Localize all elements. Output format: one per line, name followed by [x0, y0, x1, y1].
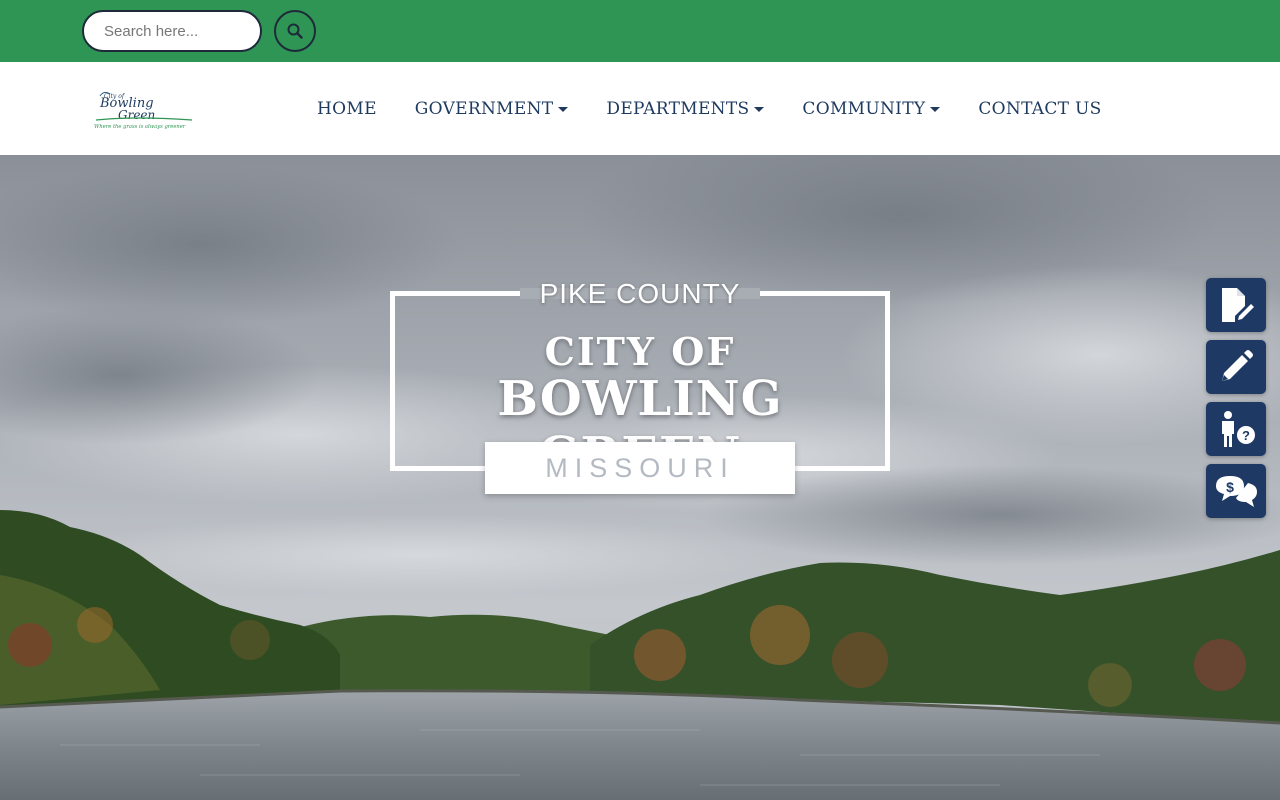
top-bar [0, 0, 1280, 62]
search-button[interactable] [274, 10, 316, 52]
main-nav: HOME GOVERNMENT DEPARTMENTS COMMUNITY CO… [317, 62, 1102, 155]
main-navbar: City of Bowling Green Where the grass is… [0, 62, 1280, 155]
search-input[interactable] [82, 10, 262, 52]
caret-down-icon [558, 107, 569, 112]
person-question-icon: ? [1222, 411, 1255, 447]
emblem-city-prefix: CITY OF [544, 329, 736, 374]
nav-government-label: GOVERNMENT [414, 98, 554, 119]
search-icon [287, 23, 303, 39]
emblem-county-text: PIKE COUNTY [520, 275, 760, 313]
document-edit-icon [1222, 288, 1254, 322]
city-emblem: PIKE COUNTY CITY OF BOWLING GREEN MISSOU… [390, 275, 890, 495]
svg-text:Green: Green [118, 108, 155, 122]
nav-community-label: COMMUNITY [802, 98, 926, 119]
svg-text:?: ? [1242, 428, 1250, 443]
caret-down-icon [930, 107, 941, 112]
nav-government[interactable]: GOVERNMENT [415, 99, 569, 119]
quick-link-pen-button[interactable] [1206, 340, 1266, 394]
hero-banner: PIKE COUNTY CITY OF BOWLING GREEN MISSOU… [0, 155, 1280, 800]
emblem-state-badge: MISSOURI [485, 442, 795, 494]
city-logo[interactable]: City of Bowling Green Where the grass is… [92, 88, 196, 132]
nav-community[interactable]: COMMUNITY [802, 98, 941, 119]
svg-text:$: $ [1226, 479, 1234, 495]
quick-link-document-button[interactable] [1206, 278, 1266, 332]
caret-down-icon [754, 107, 765, 112]
nav-departments-label: DEPARTMENTS [606, 98, 750, 119]
nav-departments[interactable]: DEPARTMENTS [606, 98, 765, 119]
dollar-chat-icon: $ [1216, 476, 1257, 507]
nav-home[interactable]: HOME [317, 99, 377, 119]
nav-contact-us-label: CONTACT US [978, 98, 1102, 119]
nav-contact-us[interactable]: CONTACT US [978, 99, 1101, 119]
quick-link-help-button[interactable]: ? [1206, 402, 1266, 456]
quick-links: ? $ [1206, 278, 1266, 526]
nav-home-label: HOME [317, 98, 377, 119]
svg-text:Where the grass is always gree: Where the grass is always greener [94, 124, 186, 130]
quick-link-payment-button[interactable]: $ [1206, 464, 1266, 518]
pen-icon [1222, 350, 1253, 381]
